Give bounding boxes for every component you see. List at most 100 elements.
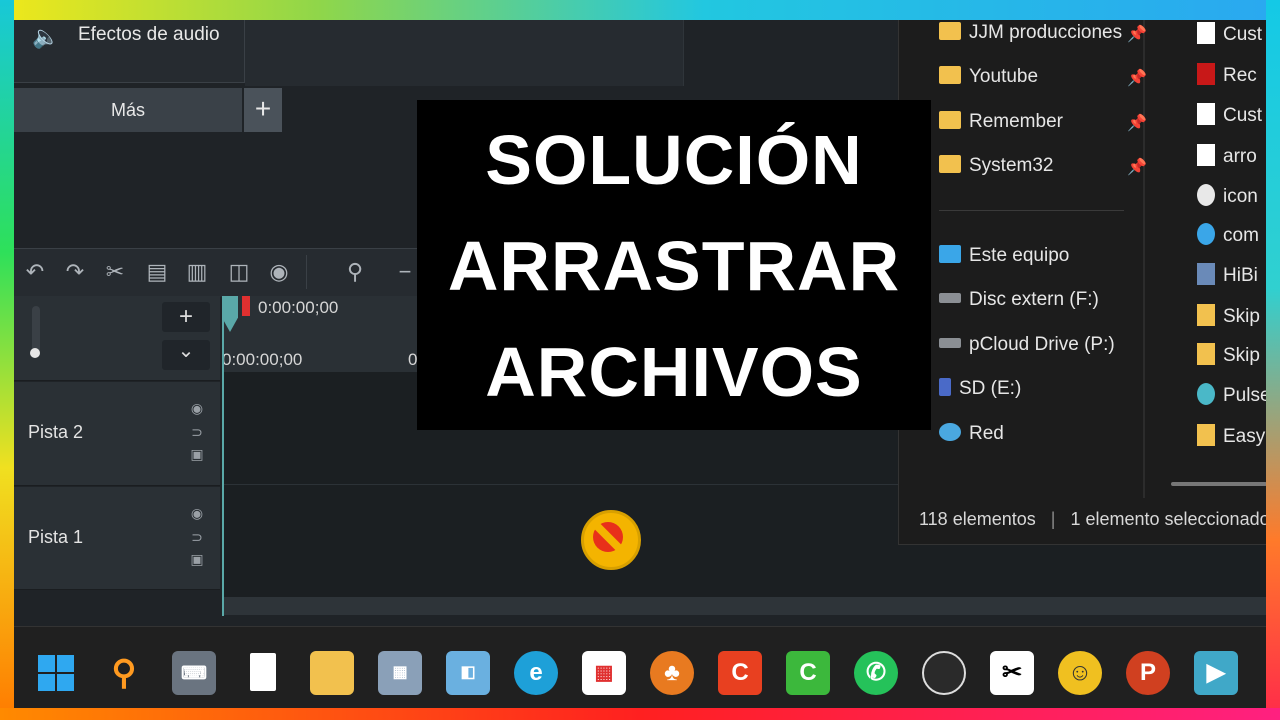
nav-item-sd[interactable]: SD (E:) [939,378,1021,408]
zip-folder-icon [1197,343,1215,365]
undo-icon[interactable]: ↶ [20,257,50,287]
status-bar: 118 elementos | 1 elemento seleccionado [919,509,1266,530]
file-name: Pulse [1223,385,1266,406]
nav-item-pcloud-drive[interactable]: pCloud Drive (P:) [939,334,1115,364]
nav-item-label: pCloud Drive (P:) [969,334,1115,355]
pin-icon[interactable]: 📌 [1127,68,1147,88]
magnet-icon[interactable]: ⊃ [186,527,208,547]
pin-icon[interactable]: 📌 [1127,24,1147,44]
paste-icon[interactable]: ▥ [182,257,212,287]
file-item[interactable]: Cust [1197,22,1262,52]
app-file-icon [1197,263,1215,285]
tab-more[interactable]: Más [14,88,242,132]
no-drop-cursor-icon [581,510,641,570]
app-icon[interactable]: ▦ [378,651,422,695]
timeline-scrollbar[interactable] [224,597,1266,615]
playhead-marker [242,296,250,316]
keyboard-app-icon[interactable]: ⌨ [172,651,216,695]
file-item[interactable]: Skip [1197,304,1260,334]
nav-item-este-equipo[interactable]: Este equipo [939,245,1069,275]
nav-item-label: SD (E:) [959,378,1022,399]
file-item[interactable]: Easy [1197,424,1265,454]
pin-icon[interactable]: 📌 [1127,113,1147,133]
lock-icon[interactable]: ▣ [186,444,208,464]
visibility-icon[interactable]: ◉ [186,398,208,418]
store-icon[interactable]: ▦ [582,651,626,695]
cursor-file-icon [1197,184,1215,206]
file-item[interactable]: Pulse [1197,383,1266,413]
windows-start-icon[interactable] [34,651,78,695]
app-icon[interactable]: ◧ [446,651,490,695]
horizontal-scrollbar[interactable] [1171,482,1266,486]
camtasia-green-icon[interactable]: C [786,651,830,695]
audio-effects-item[interactable]: 🔈 Efectos de audio [14,20,245,83]
pin-icon[interactable]: 📌 [1127,157,1147,177]
file-item[interactable]: Rec [1197,63,1257,93]
capcut-icon[interactable]: ✂ [990,651,1034,695]
magnet-icon[interactable]: ⊃ [186,422,208,442]
add-track-button[interactable]: + [162,302,210,332]
file-name: Skip [1223,306,1260,327]
file-explorer-icon[interactable] [310,651,354,695]
document-icon [1197,144,1215,166]
file-name: HiBi [1223,265,1258,286]
emoji-app-icon[interactable]: ☺ [1058,651,1102,695]
cut-icon[interactable]: ✂ [100,257,130,287]
file-item[interactable]: com [1197,223,1259,253]
drive-icon [939,293,961,303]
search-icon[interactable]: ⚲ [102,651,146,695]
zoom-icon[interactable]: ⚲ [340,257,370,287]
copy-icon[interactable]: ▤ [142,257,172,287]
nav-item-system32[interactable]: System32 [939,155,1053,185]
file-item[interactable]: Cust [1197,103,1262,133]
network-icon [939,423,961,441]
video-app-icon[interactable]: ▶ [1194,651,1238,695]
track-header-1[interactable]: Pista 1 ◉ ⊃ ▣ [14,487,220,590]
zip-folder-icon [1197,304,1215,326]
visibility-icon[interactable]: ◉ [186,503,208,523]
edge-icon[interactable]: e [514,651,558,695]
split-icon[interactable]: ◫ [224,257,254,287]
drive-icon [939,338,961,348]
file-item[interactable]: Skip [1197,343,1260,373]
nav-item-youtube[interactable]: Youtube [939,66,1038,96]
nav-item-label: System32 [969,155,1054,176]
file-item[interactable]: icon [1197,184,1258,214]
zoom-out-icon[interactable]: − [390,257,420,287]
ruler-timecode: 0:00:00;00 [222,350,303,369]
status-divider: | [1050,509,1056,529]
item-count: 118 elementos [919,509,1036,529]
nav-item-label: Remember [969,111,1063,132]
file-name: icon [1223,186,1258,207]
document-icon [1197,103,1215,125]
whatsapp-icon[interactable]: ✆ [854,651,898,695]
powerpoint-icon[interactable]: P [1126,651,1170,695]
notepad-icon[interactable] [242,651,286,695]
file-name: arro [1223,146,1257,167]
collapse-button[interactable]: ⌄ [162,340,210,370]
add-tab-button[interactable]: + [244,88,282,132]
nav-item-label: Youtube [969,66,1039,87]
fl-studio-icon[interactable]: ♣ [650,651,694,695]
camtasia-icon[interactable]: C [718,651,762,695]
nav-item-red[interactable]: Red [939,423,1004,453]
nav-item-remember[interactable]: Remember [939,111,1063,141]
lock-icon[interactable]: ▣ [186,549,208,569]
toolbar-divider [306,255,307,289]
audio-effects-label: Efectos de audio [78,24,220,45]
snapshot-icon[interactable]: ◉ [264,257,294,287]
zoom-slider-handle[interactable] [30,348,40,358]
nav-item-jjm-producciones[interactable]: JJM producciones [939,22,1122,52]
folder-icon [939,66,961,84]
decorative-frame-left [0,0,14,720]
pane-divider[interactable] [1143,20,1145,498]
file-item[interactable]: arro [1197,144,1257,174]
track-header-2[interactable]: Pista 2 ◉ ⊃ ▣ [14,382,220,486]
playhead-timecode: 0:00:00;00 [258,298,339,317]
file-item[interactable]: HiBi [1197,263,1258,293]
nav-item-label: JJM producciones [969,22,1123,43]
obs-icon[interactable] [922,651,966,695]
redo-icon[interactable]: ↷ [60,257,90,287]
file-name: Cust [1223,105,1263,126]
nav-item-disc-extern[interactable]: Disc extern (F:) [939,289,1099,319]
